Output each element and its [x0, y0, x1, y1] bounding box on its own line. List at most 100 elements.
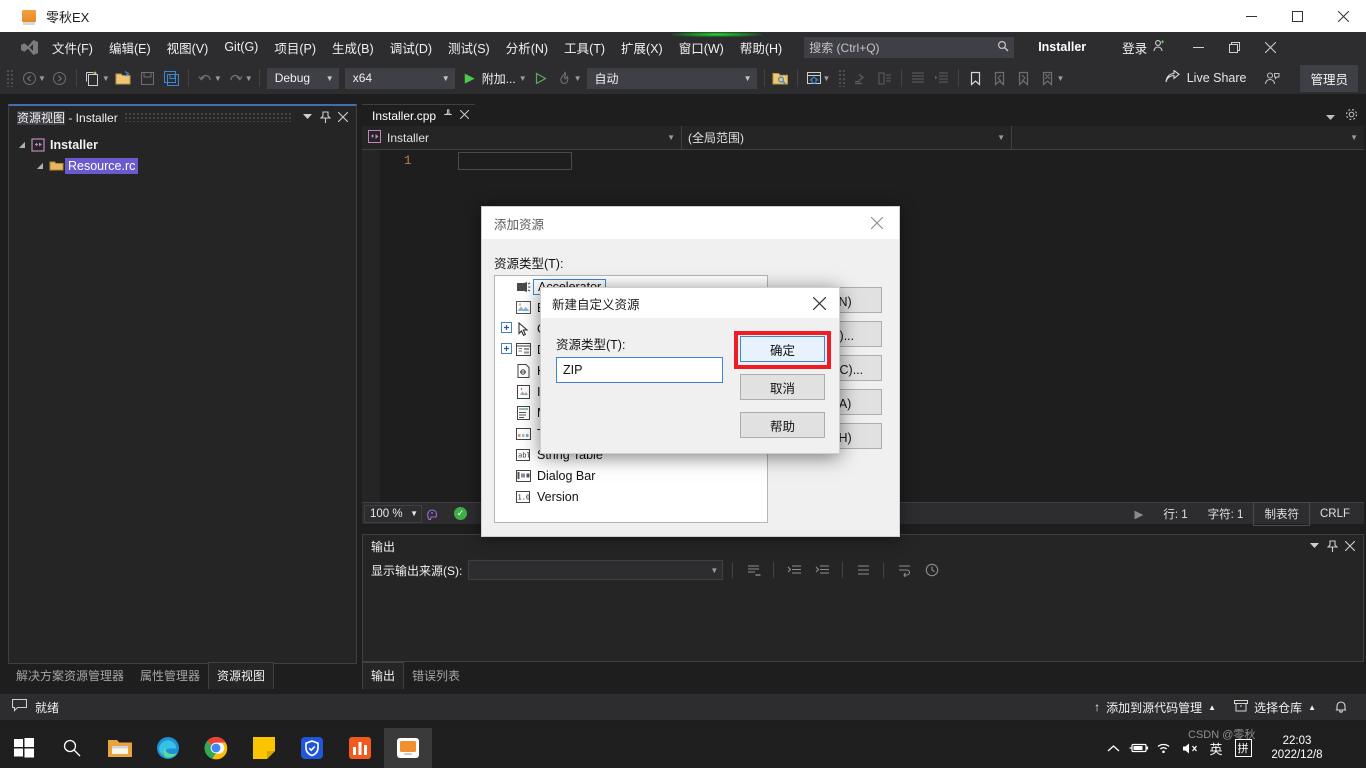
window-options-dropdown-icon[interactable]	[1305, 537, 1323, 555]
expander-icon[interactable]	[499, 322, 513, 335]
redo-caret-icon[interactable]: ▼	[245, 74, 253, 83]
vs-restore-button[interactable]	[1216, 32, 1252, 62]
taskbar-clock[interactable]: 22:03 2022/12/8	[1258, 734, 1336, 762]
history-icon[interactable]	[921, 560, 943, 580]
tree-node-installer[interactable]: ◢ Installer	[15, 134, 356, 155]
menu-item-analyze[interactable]: 分析(N)	[499, 33, 555, 62]
pin-icon[interactable]	[1323, 537, 1341, 555]
uncomment-selection-icon[interactable]	[873, 66, 897, 90]
tab-solution-explorer[interactable]: 解决方案资源管理器	[8, 663, 132, 689]
list-item[interactable]: 1.0 Version	[495, 486, 767, 507]
menu-item-git[interactable]: Git(G)	[217, 35, 265, 59]
start-without-debug-icon[interactable]	[529, 66, 553, 90]
close-icon[interactable]	[799, 288, 839, 318]
notes-icon[interactable]	[240, 728, 288, 768]
open-file-icon[interactable]	[112, 66, 136, 90]
pin-icon[interactable]	[316, 108, 334, 126]
editor-settings-icon[interactable]	[1345, 108, 1358, 126]
stats-icon[interactable]	[336, 728, 384, 768]
tab-output[interactable]: 输出	[362, 662, 405, 689]
expander-icon[interactable]	[499, 343, 513, 356]
tab-resource-view[interactable]: 资源视图	[208, 662, 275, 689]
tab-error-list[interactable]: 错误列表	[404, 663, 468, 689]
start-icon[interactable]	[0, 728, 48, 768]
menu-item-extensions[interactable]: 扩展(X)	[614, 33, 670, 62]
hot-reload-caret-icon[interactable]: ▼	[574, 74, 582, 83]
help-button[interactable]: 帮助	[740, 412, 825, 438]
menu-item-build[interactable]: 生成(B)	[325, 33, 381, 62]
save-all-icon[interactable]	[160, 66, 184, 90]
toolbar-overflow-icon[interactable]: ▼	[1056, 74, 1064, 83]
start-debug-icon[interactable]: ▶	[458, 66, 482, 90]
show-desktop-button[interactable]	[1336, 728, 1362, 768]
close-icon[interactable]	[855, 207, 899, 239]
go-to-previous-icon[interactable]	[783, 560, 805, 580]
tree-node-resource-rc[interactable]: ◢ Resource.rc	[15, 155, 356, 176]
sign-in-button[interactable]: 登录	[1122, 38, 1166, 57]
navigate-forward-icon[interactable]	[48, 66, 72, 90]
menu-item-tools[interactable]: 工具(T)	[557, 33, 612, 62]
code-health-indicator[interactable]: ✓	[454, 507, 467, 520]
nav-project-combo[interactable]: Installer ▼	[362, 125, 682, 150]
window-minimize-button[interactable]	[1228, 0, 1274, 32]
file-explorer-icon[interactable]	[96, 728, 144, 768]
attach-caret-icon[interactable]: ▼	[519, 74, 527, 83]
battery-icon[interactable]	[1126, 728, 1152, 768]
new-project-caret-icon[interactable]: ▼	[102, 74, 110, 83]
window-caret-icon[interactable]: ▼	[823, 74, 831, 83]
search-icon[interactable]	[48, 728, 96, 768]
go-to-next-icon[interactable]	[811, 560, 833, 580]
cancel-button[interactable]: 取消	[740, 374, 825, 400]
editor-tab-installer-cpp[interactable]: Installer.cpp	[362, 104, 476, 126]
toggle-word-wrap-icon[interactable]	[893, 560, 915, 580]
comment-selection-icon[interactable]	[849, 66, 873, 90]
visual-studio-icon[interactable]	[384, 728, 432, 768]
add-to-source-control-button[interactable]: ↑ 添加到源代码管理 ▲	[1088, 699, 1222, 716]
auto-target-combo[interactable]: 自动 ▼	[586, 67, 757, 89]
feedback-icon[interactable]	[1260, 66, 1284, 90]
attach-label[interactable]: 附加...	[482, 70, 516, 87]
back-dropdown-caret-icon[interactable]: ▼	[38, 74, 46, 83]
undo-caret-icon[interactable]: ▼	[214, 74, 222, 83]
toggle-bookmark-icon[interactable]	[963, 66, 987, 90]
toolbar-grip[interactable]	[6, 69, 14, 87]
notifications-bell-icon[interactable]	[1328, 700, 1354, 714]
close-icon[interactable]	[1341, 537, 1359, 555]
decrease-indent-icon[interactable]	[930, 66, 954, 90]
select-repository-button[interactable]: 选择仓库 ▲	[1228, 699, 1322, 716]
solution-configuration-combo[interactable]: Debug ▼	[266, 67, 339, 89]
expander-icon[interactable]: ◢	[15, 140, 29, 149]
wifi-icon[interactable]	[1152, 728, 1178, 768]
intellicode-icon[interactable]	[422, 502, 444, 526]
window-close-button[interactable]	[1320, 0, 1366, 32]
solution-platform-combo[interactable]: x64 ▼	[344, 67, 455, 89]
increase-indent-icon[interactable]	[906, 66, 930, 90]
next-bookmark-icon[interactable]	[1011, 66, 1035, 90]
status-eol[interactable]: CRLF	[1310, 505, 1360, 523]
close-icon[interactable]	[334, 108, 352, 126]
menu-item-file[interactable]: 文件(F)	[45, 33, 100, 62]
find-message-icon[interactable]	[742, 560, 764, 580]
output-source-combo[interactable]: ▼	[468, 560, 724, 580]
menu-item-debug[interactable]: 调试(D)	[383, 33, 439, 62]
edge-icon[interactable]	[144, 728, 192, 768]
status-tabs[interactable]: 制表符	[1253, 501, 1310, 526]
vs-minimize-button[interactable]	[1180, 32, 1216, 62]
status-play-icon[interactable]: ▶	[1125, 504, 1154, 524]
previous-bookmark-icon[interactable]	[987, 66, 1011, 90]
search-input[interactable]: 搜索 (Ctrl+Q)	[804, 36, 1015, 58]
window-maximize-button[interactable]	[1274, 0, 1320, 32]
ok-button[interactable]: 确定	[740, 336, 825, 362]
chrome-icon[interactable]	[192, 728, 240, 768]
tab-list-dropdown-icon[interactable]	[1326, 108, 1335, 126]
nav-scope-combo[interactable]: (全局范围) ▼	[682, 125, 1012, 150]
security-icon[interactable]	[288, 728, 336, 768]
chevron-up-icon[interactable]	[1100, 728, 1126, 768]
window-options-dropdown-icon[interactable]	[298, 108, 316, 126]
expander-icon[interactable]: ◢	[33, 161, 47, 170]
tab-property-manager[interactable]: 属性管理器	[132, 663, 208, 689]
live-share-button[interactable]: Live Share	[1165, 68, 1246, 87]
toolbar-grip-2[interactable]	[838, 69, 847, 87]
vs-close-button[interactable]	[1252, 32, 1288, 62]
custom-resource-type-input[interactable]: ZIP	[556, 357, 723, 383]
